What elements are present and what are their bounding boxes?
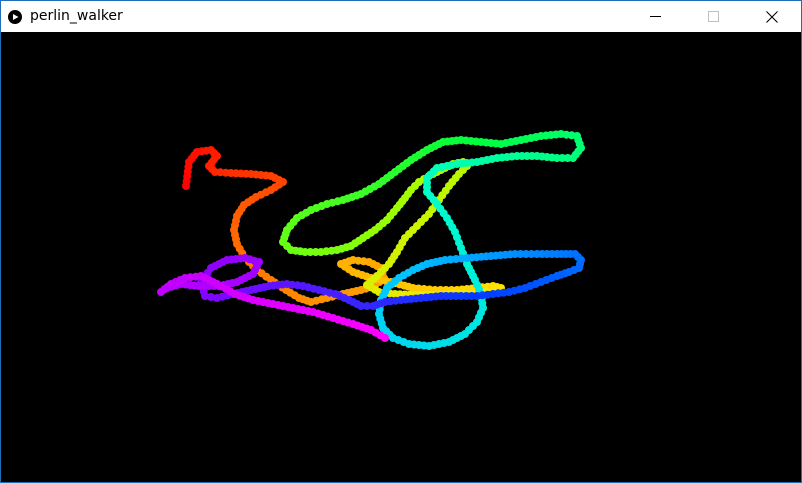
maximize-button[interactable] <box>690 1 736 32</box>
minimize-button[interactable] <box>632 1 678 32</box>
minimize-icon <box>650 16 661 17</box>
sketch-canvas[interactable] <box>1 32 801 482</box>
walker-dot <box>381 334 389 342</box>
close-button[interactable] <box>748 1 794 32</box>
play-circle-icon <box>8 9 22 24</box>
title-bar[interactable]: perlin_walker <box>1 1 801 32</box>
window-title: perlin_walker <box>30 8 123 24</box>
close-icon <box>766 11 778 23</box>
app-window: perlin_walker <box>0 0 802 483</box>
sketch-canvas-area[interactable] <box>1 32 801 482</box>
maximize-icon <box>708 11 719 22</box>
